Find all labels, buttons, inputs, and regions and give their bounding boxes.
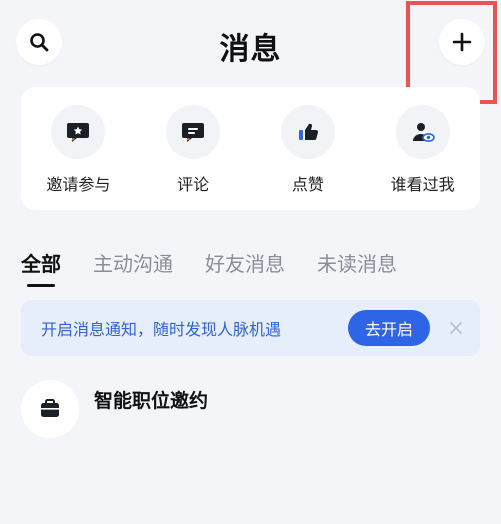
comment-icon — [166, 105, 221, 159]
briefcase-icon — [41, 399, 59, 417]
shortcut-label: 谁看过我 — [390, 175, 455, 194]
notification-banner: 开启消息通知，随时发现人脉机遇 去开启 — [21, 300, 480, 356]
enable-notification-button[interactable]: 去开启 — [348, 310, 430, 346]
tab-friend-messages[interactable]: 好友消息 — [205, 248, 285, 287]
message-tabs: 全部 主动沟通 好友消息 未读消息 — [21, 248, 397, 287]
page-title: 消息 — [219, 32, 282, 67]
tab-unread-messages[interactable]: 未读消息 — [317, 248, 397, 287]
plus-icon — [452, 32, 472, 52]
shortcut-viewers[interactable]: 谁看过我 — [368, 105, 478, 195]
messages-page: 消息 邀请参与 评论 点赞 谁看过我 全部 主动沟通 好友消息 未读消息 开启消… — [0, 0, 501, 524]
close-icon — [450, 322, 462, 334]
invite-star-icon — [51, 105, 106, 159]
item-title: 智能职位邀约 — [94, 390, 209, 412]
tab-active-chat[interactable]: 主动沟通 — [93, 248, 173, 287]
thumbs-up-icon — [280, 105, 335, 159]
notification-text: 开启消息通知，随时发现人脉机遇 — [41, 320, 282, 339]
add-button[interactable] — [439, 19, 485, 65]
shortcut-like[interactable]: 点赞 — [253, 105, 363, 195]
shortcut-label: 点赞 — [291, 175, 324, 194]
shortcut-label: 邀请参与 — [46, 175, 111, 194]
tab-all[interactable]: 全部 — [21, 248, 61, 287]
close-banner-button[interactable] — [446, 318, 466, 338]
shortcut-card: 邀请参与 评论 点赞 谁看过我 — [21, 87, 480, 210]
shortcut-label: 评论 — [177, 175, 210, 194]
item-icon — [21, 380, 79, 438]
shortcut-comment[interactable]: 评论 — [138, 105, 248, 195]
viewer-eye-icon — [395, 105, 450, 159]
shortcut-invite[interactable]: 邀请参与 — [23, 105, 133, 195]
list-item[interactable]: 智能职位邀约 — [21, 380, 208, 438]
